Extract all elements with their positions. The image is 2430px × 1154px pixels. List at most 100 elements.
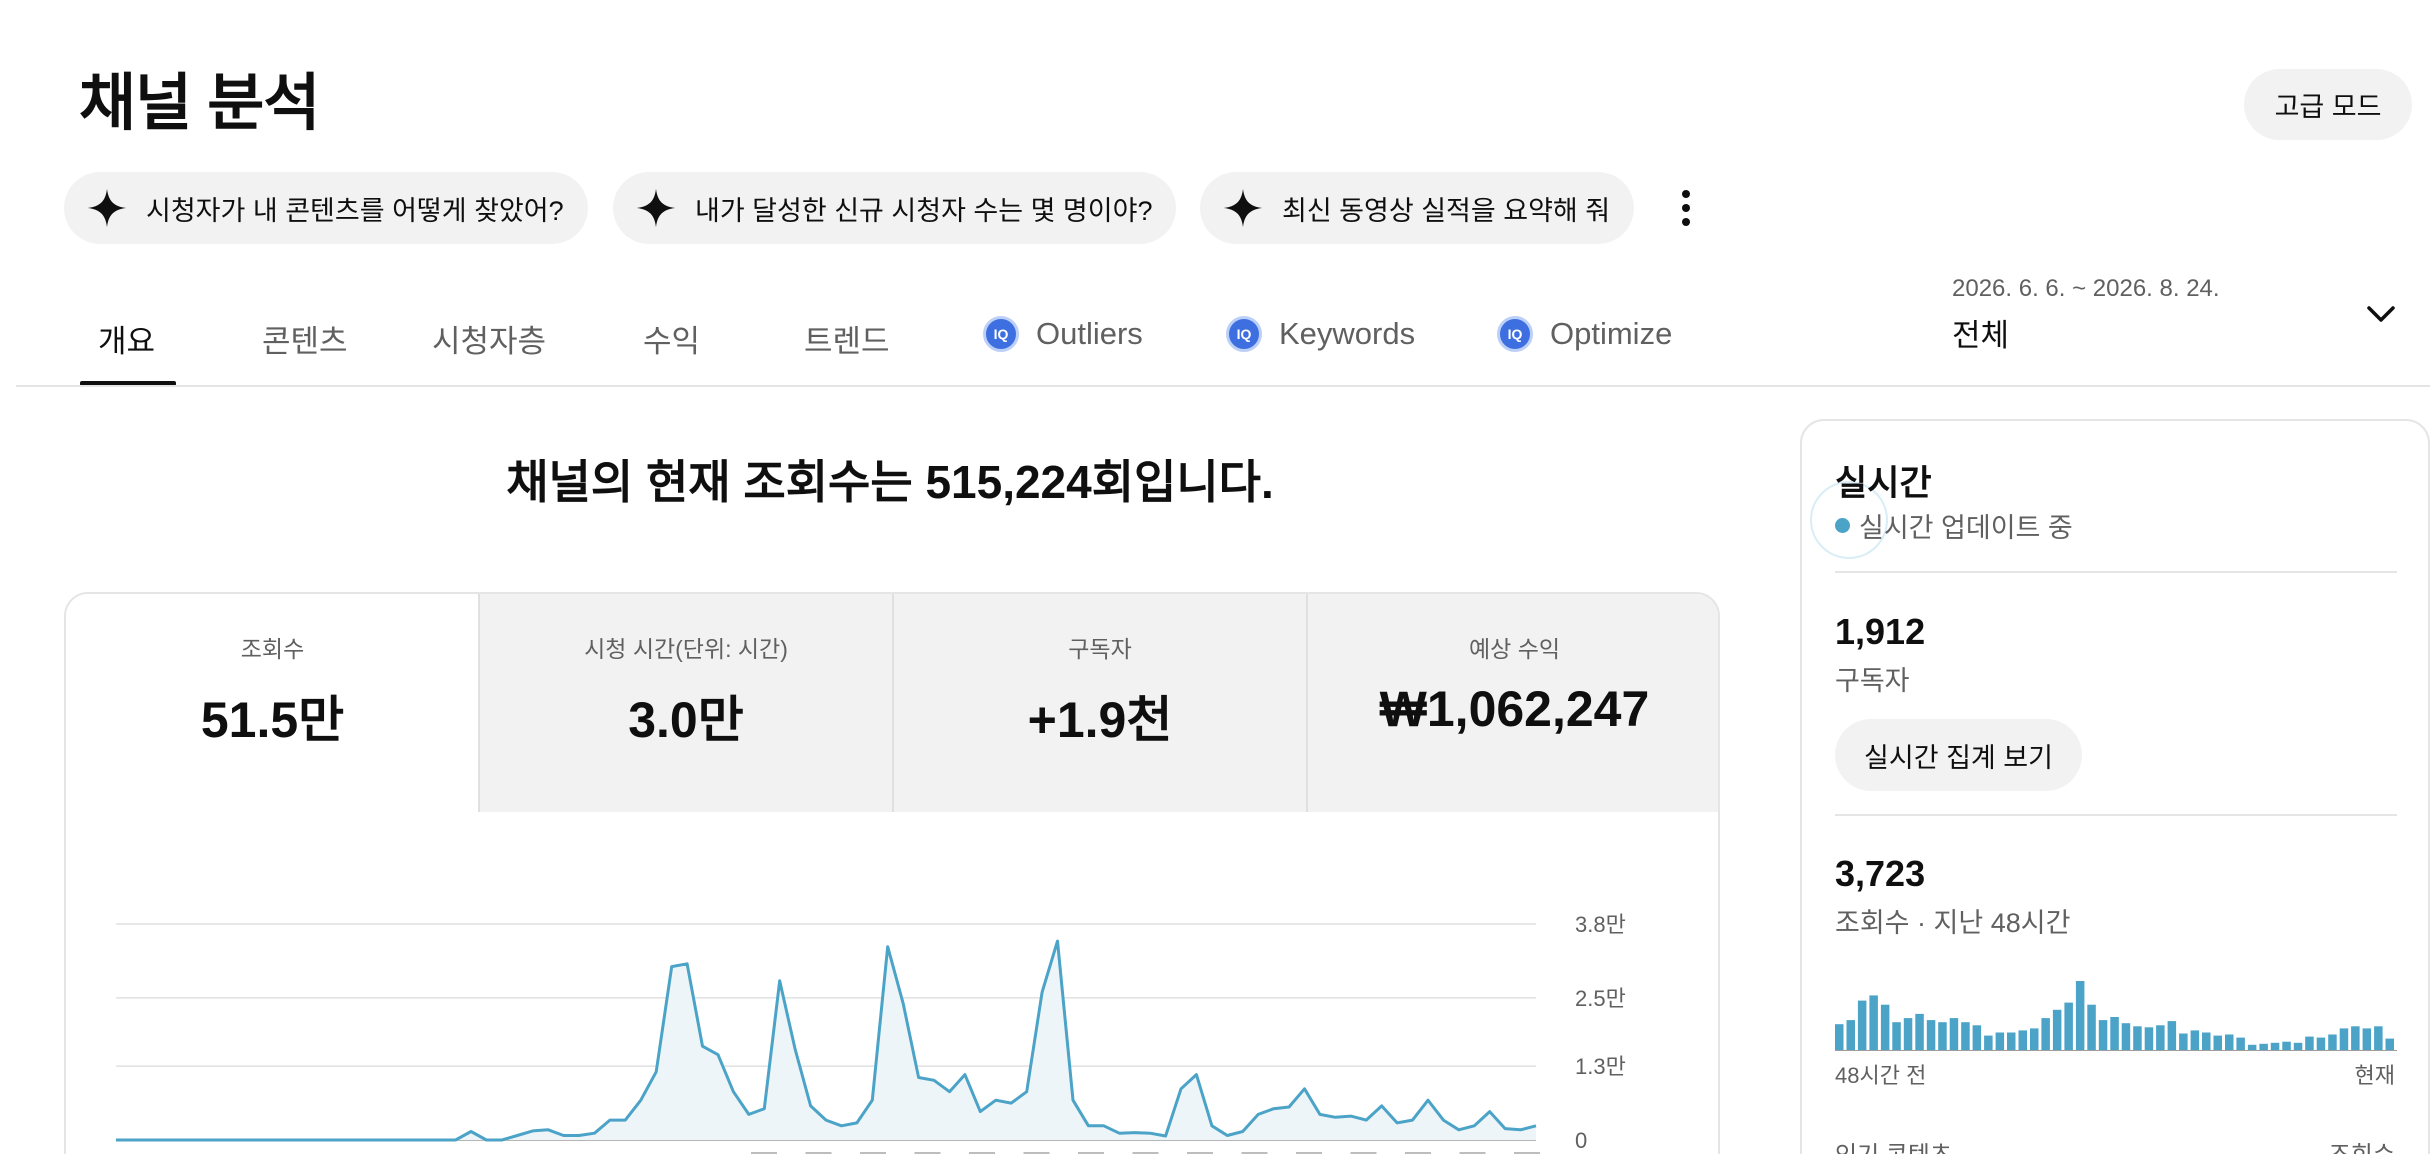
realtime-bar bbox=[2030, 1028, 2039, 1051]
realtime-bar bbox=[2351, 1026, 2360, 1051]
realtime-bar bbox=[1926, 1020, 1936, 1051]
tab-keywords-label: Keywords bbox=[1279, 316, 1416, 351]
realtime-bar bbox=[1857, 1000, 1867, 1051]
realtime-bar bbox=[2041, 1018, 2050, 1051]
realtime-bar bbox=[1995, 1032, 2005, 1051]
realtime-aggregate-button[interactable]: 실시간 집계 보기 bbox=[1835, 719, 2082, 791]
y-tick-label: 2.5만 bbox=[1575, 986, 1626, 1011]
realtime-bar bbox=[2213, 1035, 2222, 1051]
tab-content[interactable]: 콘텐츠 bbox=[262, 316, 348, 361]
realtime-bar bbox=[2328, 1034, 2337, 1051]
stats-card: 조회수 51.5만 시청 시간(단위: 시간) 3.0만 구독자 +1.9천 예… bbox=[64, 592, 1720, 1154]
divider bbox=[1835, 814, 2397, 816]
realtime-bar bbox=[2293, 1042, 2303, 1051]
realtime-bar bbox=[2133, 1026, 2142, 1051]
realtime-views-label: 조회수 · 지난 48시간 bbox=[1835, 908, 2071, 938]
realtime-views-value: 3,723 bbox=[1835, 853, 1926, 894]
realtime-bar bbox=[2374, 1026, 2383, 1051]
realtime-bar bbox=[1835, 1024, 1844, 1051]
y-tick-label: 1.3만 bbox=[1575, 1054, 1626, 1079]
chevron-down-icon[interactable] bbox=[2366, 302, 2396, 326]
realtime-bar bbox=[2007, 1032, 2016, 1051]
tab-optimize[interactable]: IQ Optimize bbox=[1497, 316, 1672, 352]
suggestion-chip-label: 시청자가 내 콘텐츠를 어떻게 찾았어? bbox=[146, 195, 564, 226]
realtime-bar bbox=[2144, 1027, 2154, 1051]
realtime-bar bbox=[2087, 1004, 2096, 1051]
y-tick-label: 3.8만 bbox=[1575, 912, 1626, 937]
realtime-subscribers-value: 1,912 bbox=[1835, 611, 1926, 652]
page-title: 채널 분석 bbox=[79, 69, 320, 138]
realtime-bar bbox=[2018, 1030, 2027, 1051]
realtime-bar bbox=[2339, 1028, 2349, 1051]
divider bbox=[1835, 571, 2397, 573]
realtime-status-label: 실시간 업데이트 중 bbox=[1859, 513, 2073, 543]
views-area bbox=[116, 941, 1536, 1140]
realtime-bar bbox=[1869, 995, 1878, 1051]
realtime-bar bbox=[1892, 1022, 1901, 1051]
live-dot-icon bbox=[1835, 518, 1850, 533]
realtime-bar bbox=[2225, 1034, 2234, 1051]
iq-icon: IQ bbox=[1497, 316, 1533, 352]
sparkle-icon bbox=[87, 188, 127, 228]
realtime-bar bbox=[2362, 1028, 2372, 1051]
realtime-bar bbox=[1949, 1018, 1959, 1051]
realtime-bar bbox=[2385, 1038, 2394, 1051]
tab-audience[interactable]: 시청자층 bbox=[432, 316, 546, 361]
advanced-mode-button[interactable]: 고급 모드 bbox=[2244, 69, 2412, 140]
realtime-bar bbox=[2075, 981, 2085, 1051]
realtime-title: 실시간 bbox=[1835, 464, 1932, 503]
suggestion-chip[interactable]: 최신 동영상 실적을 요약해 줘 bbox=[1200, 172, 1635, 244]
realtime-bar bbox=[1938, 1022, 1947, 1051]
suggestion-chip[interactable]: 시청자가 내 콘텐츠를 어떻게 찾았어? bbox=[64, 172, 588, 244]
tab-overview[interactable]: 개요 bbox=[98, 316, 155, 361]
realtime-bar bbox=[2259, 1043, 2268, 1051]
iq-icon: IQ bbox=[983, 316, 1019, 352]
realtime-bar bbox=[2305, 1036, 2314, 1051]
tab-optimize-label: Optimize bbox=[1550, 316, 1673, 351]
date-range-selector[interactable]: 전체 bbox=[1952, 310, 2009, 355]
realtime-axis-start: 48시간 전 bbox=[1835, 1063, 1927, 1088]
realtime-bar bbox=[1880, 1004, 1890, 1051]
realtime-bar bbox=[2121, 1023, 2131, 1051]
popular-content-label: 인기 콘텐츠 bbox=[1835, 1135, 1952, 1154]
realtime-bar bbox=[2202, 1032, 2211, 1051]
more-options-icon[interactable] bbox=[1666, 184, 1706, 232]
suggestion-chip-label: 내가 달성한 신규 시청자 수는 몇 명이야? bbox=[695, 195, 1153, 226]
date-range-text: 2026. 6. 6. ~ 2026. 8. 24. bbox=[1952, 275, 2220, 302]
realtime-bar bbox=[2270, 1042, 2280, 1051]
realtime-bar bbox=[2282, 1041, 2291, 1051]
realtime-bar bbox=[1846, 1020, 1855, 1051]
realtime-bar bbox=[2236, 1037, 2245, 1051]
realtime-bar bbox=[2156, 1025, 2165, 1051]
realtime-views-bar-chart bbox=[1835, 981, 2397, 1051]
iq-icon: IQ bbox=[1226, 316, 1262, 352]
popular-content-metric: 조회수 bbox=[2329, 1135, 2395, 1154]
suggestion-chip-label: 최신 동영상 실적을 요약해 줘 bbox=[1282, 195, 1611, 226]
realtime-bar bbox=[1961, 1022, 1970, 1051]
views-headline: 채널의 현재 조회수는 515,224회입니다. bbox=[506, 456, 1274, 508]
realtime-bar bbox=[1972, 1025, 1982, 1051]
tab-outliers[interactable]: IQ Outliers bbox=[983, 316, 1143, 352]
realtime-bar bbox=[1903, 1018, 1913, 1051]
realtime-bar bbox=[1915, 1013, 1924, 1051]
tabs-divider bbox=[16, 385, 2430, 387]
realtime-subscribers-label: 구독자 bbox=[1835, 666, 1910, 696]
tab-keywords[interactable]: IQ Keywords bbox=[1226, 316, 1415, 352]
realtime-axis-end: 현재 bbox=[2354, 1063, 2395, 1088]
realtime-bar bbox=[2052, 1009, 2062, 1051]
sparkle-icon bbox=[1223, 188, 1263, 228]
realtime-bar bbox=[2167, 1021, 2177, 1051]
tab-revenue[interactable]: 수익 bbox=[643, 316, 700, 361]
sparkle-icon bbox=[636, 188, 676, 228]
realtime-bar bbox=[2064, 1002, 2073, 1051]
realtime-status: 실시간 업데이트 중 bbox=[1835, 506, 2073, 545]
tab-trends[interactable]: 트렌드 bbox=[804, 316, 890, 361]
tab-outliers-label: Outliers bbox=[1036, 316, 1143, 351]
realtime-bar bbox=[1984, 1035, 1993, 1051]
realtime-bar bbox=[2190, 1030, 2200, 1051]
suggestion-chip[interactable]: 내가 달성한 신규 시청자 수는 몇 명이야? bbox=[613, 172, 1177, 244]
y-tick-label: 0 bbox=[1575, 1128, 1587, 1153]
realtime-bar bbox=[2316, 1037, 2326, 1051]
realtime-bar bbox=[2098, 1020, 2108, 1051]
realtime-card: 실시간 실시간 업데이트 중 1,912 구독자 실시간 집계 보기 3,723… bbox=[1800, 419, 2430, 1154]
